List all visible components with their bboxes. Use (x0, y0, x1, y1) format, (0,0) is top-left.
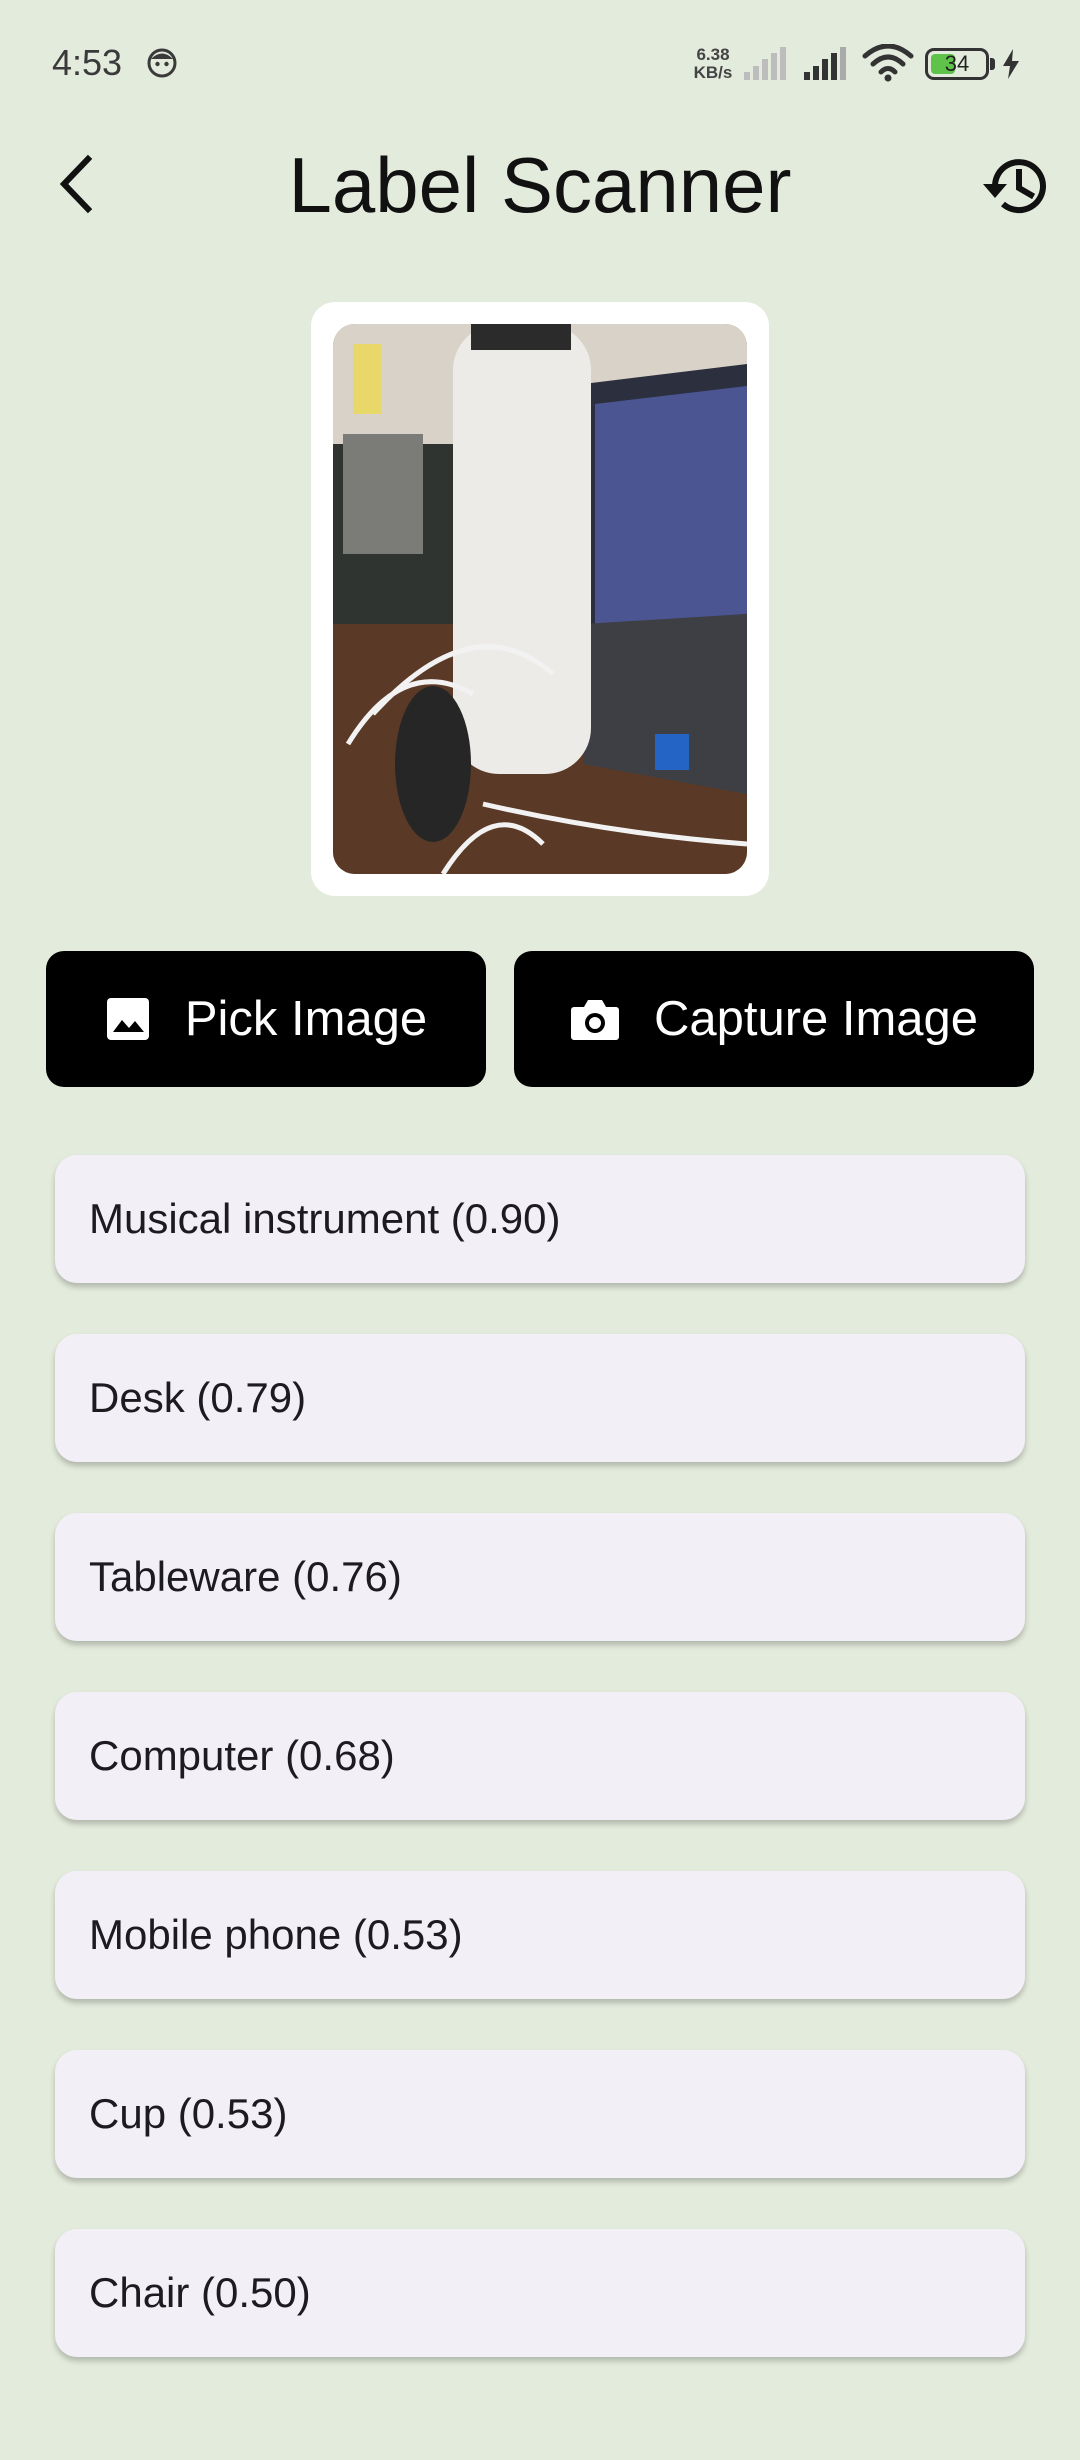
page-title: Label Scanner (288, 141, 792, 229)
result-card: Chair (0.50) (55, 2229, 1025, 2357)
signal-strong-icon (804, 47, 846, 80)
screen: 4:53 6.38 KB/s 34 Label Scanner Pick Ima… (0, 0, 1080, 2460)
result-card: Musical instrument (0.90) (55, 1155, 1025, 1283)
result-card: Desk (0.79) (55, 1334, 1025, 1462)
pick-image-label: Pick Image (184, 992, 428, 1046)
result-card: Mobile phone (0.53) (55, 1871, 1025, 1999)
network-speed-unit: KB/s (693, 63, 733, 82)
result-card: Cup (0.53) (55, 2050, 1025, 2178)
label-results-list: Musical instrument (0.90) Desk (0.79) Ta… (55, 1155, 1025, 2408)
history-icon (983, 159, 1046, 214)
app-bar: Label Scanner (0, 130, 1080, 230)
charging-bolt-icon (1003, 49, 1019, 79)
battery-nub (990, 58, 995, 70)
face-notification-icon (147, 48, 177, 78)
camera-icon (570, 1000, 619, 1040)
battery-icon: 34 (925, 48, 989, 80)
history-button[interactable] (975, 146, 1055, 226)
status-time: 4:53 (52, 42, 123, 83)
preview-image (333, 324, 747, 874)
status-bar: 4:53 6.38 KB/s 34 (0, 0, 1080, 130)
result-card: Tableware (0.76) (55, 1513, 1025, 1641)
signal-weak-icon (744, 47, 786, 80)
result-card: Computer (0.68) (55, 1692, 1025, 1820)
capture-image-label: Capture Image (653, 992, 979, 1046)
network-speed-value: 6.38 (696, 45, 730, 64)
pick-image-button[interactable]: Pick Image (46, 951, 486, 1087)
network-speed: 6.38 KB/s (690, 46, 736, 82)
battery-level: 34 (944, 51, 970, 76)
preview-image-frame (311, 302, 769, 896)
wifi-icon (862, 44, 914, 82)
image-icon (106, 998, 149, 1040)
capture-image-button[interactable]: Capture Image (514, 951, 1034, 1087)
